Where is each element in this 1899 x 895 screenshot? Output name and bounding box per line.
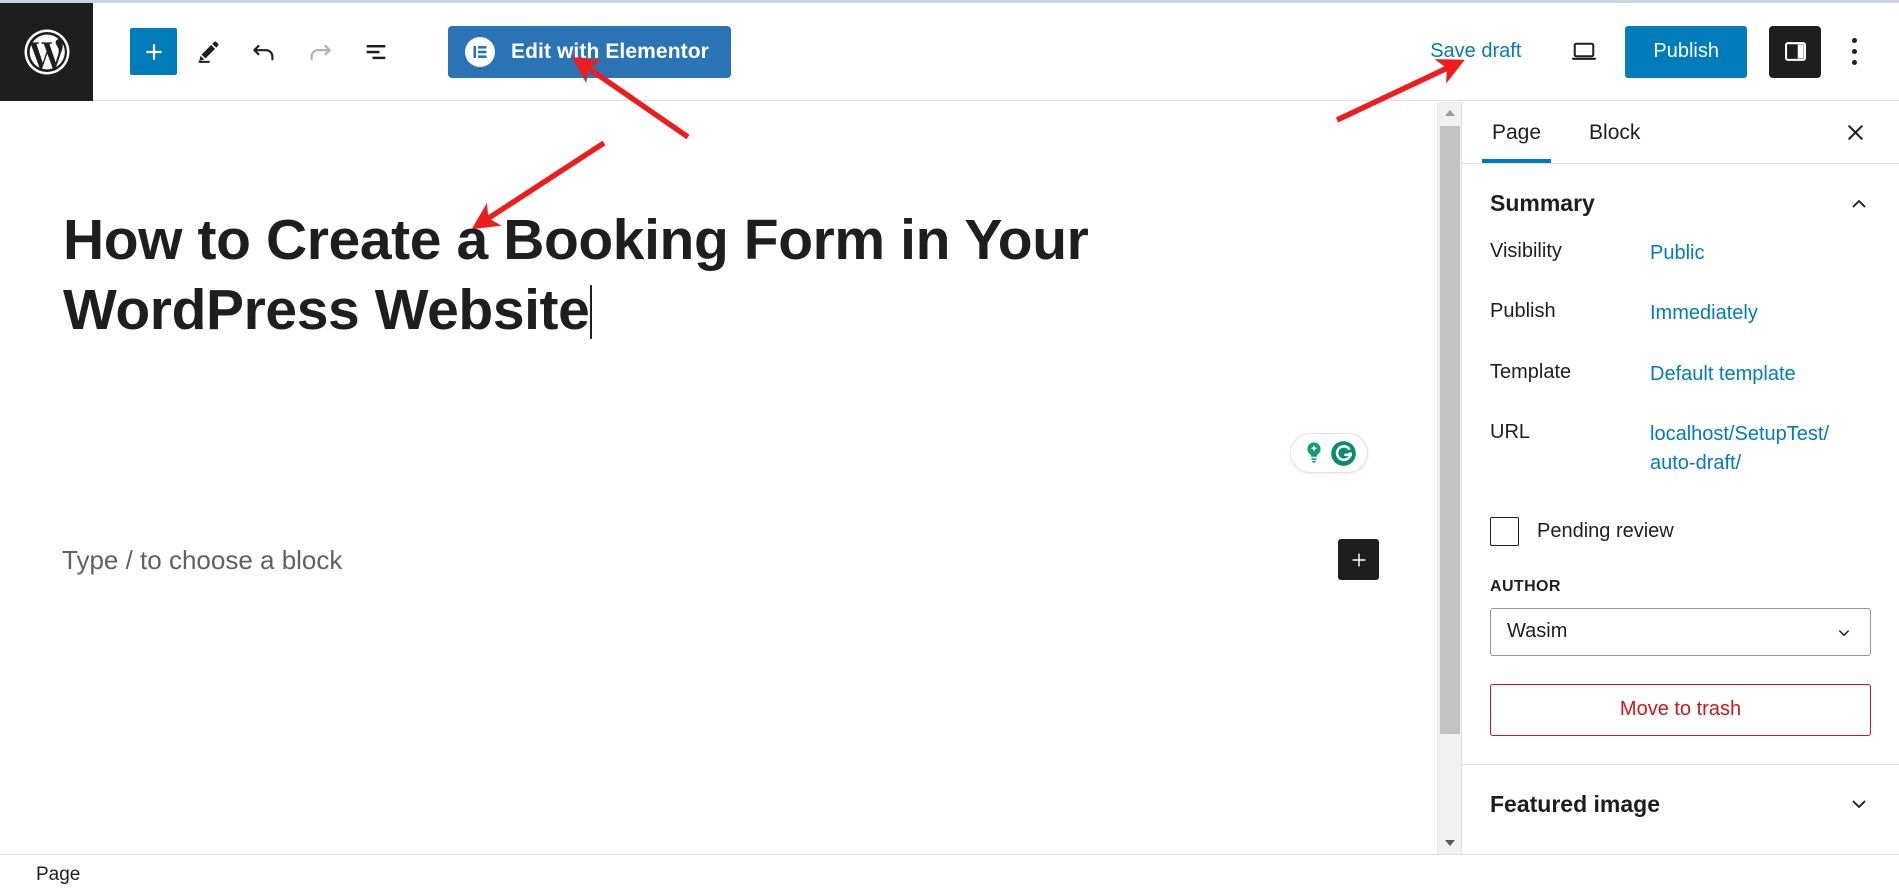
scrollbar-thumb[interactable] [1440,126,1460,734]
url-value[interactable]: localhost/SetupTest/auto-draft/ [1650,420,1840,477]
tab-page[interactable]: Page [1468,102,1565,163]
chevron-up-icon [1852,199,1866,207]
pencil-icon [198,41,219,63]
summary-section-header[interactable]: Summary [1462,164,1899,239]
redo-arrow-icon [310,44,331,60]
canvas-scrollbar[interactable] [1437,102,1461,854]
elementor-logo-icon [465,36,495,67]
post-title-field[interactable]: How to Create a Booking Form in Your Wor… [63,206,1123,345]
tools-pencil-button[interactable] [183,27,233,77]
options-menu-button[interactable] [1831,26,1877,78]
pending-review-row[interactable]: Pending review [1462,509,1899,546]
post-title-text: How to Create a Booking Form in Your Wor… [63,208,1089,342]
editor-header: Edit with Elementor Save draft Publish [0,2,1899,101]
list-view-icon [366,44,386,59]
scroll-down-arrow-icon[interactable] [1438,832,1462,854]
wordpress-logo-icon[interactable] [0,2,93,101]
redo-button[interactable] [295,27,345,77]
summary-row-visibility: Visibility Public [1490,239,1871,267]
tab-block[interactable]: Block [1565,102,1664,163]
author-field-label: AUTHOR [1490,577,1561,595]
chevron-down-icon [1852,801,1866,809]
summary-title: Summary [1490,190,1595,216]
visibility-value[interactable]: Public [1650,239,1704,267]
summary-rows: Visibility Public Publish Immediately Te… [1462,239,1899,477]
breadcrumb[interactable]: Page [0,864,80,886]
template-label: Template [1490,360,1572,383]
settings-sidebar: Page Block Summary Visibility Public Pub… [1461,102,1899,854]
editor-statusbar: Page [0,854,1899,895]
author-selected-value: Wasim [1507,620,1568,643]
close-x-icon [1847,125,1863,140]
visibility-label: Visibility [1490,240,1562,262]
pending-review-checkbox[interactable] [1490,516,1519,546]
plus-icon [1352,553,1365,566]
block-inserter-button[interactable] [130,28,177,75]
template-value[interactable]: Default template [1650,360,1796,388]
summary-row-url: URL localhost/SetupTest/auto-draft/ [1490,420,1871,477]
url-label: URL [1490,421,1531,444]
wordpress-block-editor: Edit with Elementor Save draft Publish H… [0,0,1899,895]
summary-row-template: Template Default template [1490,360,1871,388]
close-sidebar-button[interactable] [1833,111,1877,155]
grammarly-g-icon [1330,440,1356,466]
settings-sidebar-toggle[interactable] [1769,25,1821,78]
header-tool-group [93,27,401,77]
grammarly-widget[interactable] [1290,433,1368,473]
text-caret [590,284,593,339]
publish-value[interactable]: Immediately [1650,299,1758,327]
pending-review-label: Pending review [1537,519,1674,542]
preview-button[interactable] [1557,25,1611,79]
three-dots-vertical-icon [1851,35,1857,68]
publish-label: Publish [1490,300,1556,323]
summary-row-publish: Publish Immediately [1490,299,1871,327]
publish-button[interactable]: Publish [1625,25,1747,78]
scroll-up-arrow-icon[interactable] [1438,102,1462,124]
sidebar-tabbar: Page Block [1462,102,1899,164]
featured-image-section-header[interactable]: Featured image [1462,765,1899,844]
laptop-preview-icon [1572,42,1597,60]
save-draft-button[interactable]: Save draft [1414,32,1537,71]
edit-with-elementor-label: Edit with Elementor [511,39,709,63]
author-select-wrap: Wasim [1462,607,1899,656]
lightbulb-idea-icon [1306,442,1321,463]
header-right-group: Save draft Publish [1414,25,1899,79]
featured-image-title: Featured image [1490,790,1660,817]
author-select[interactable]: Wasim [1490,607,1871,656]
undo-arrow-icon [253,44,274,60]
edit-with-elementor-button[interactable]: Edit with Elementor [448,25,731,78]
block-placeholder-text[interactable]: Type / to choose a block [62,545,342,576]
block-appender-button[interactable] [1338,539,1379,580]
move-to-trash-button[interactable]: Move to trash [1490,683,1871,736]
undo-button[interactable] [239,27,289,77]
document-overview-button[interactable] [351,27,401,77]
plus-icon [145,43,162,60]
sidebar-panel-icon [1784,42,1806,61]
editor-canvas[interactable]: How to Create a Booking Form in Your Wor… [0,102,1447,854]
